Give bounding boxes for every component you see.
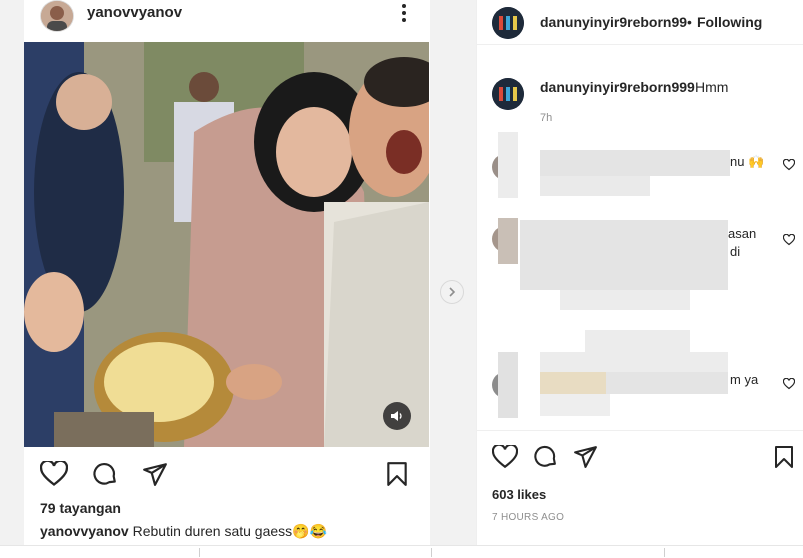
more-options-icon[interactable]	[396, 4, 412, 24]
comment-text: di	[730, 244, 741, 259]
comment-blur	[520, 220, 728, 290]
comment-blur	[540, 150, 730, 176]
caption-text: Hmm	[695, 79, 729, 95]
comment-like-button[interactable]	[782, 158, 796, 176]
view-count: 79 tayangan	[40, 500, 121, 516]
comment-blur	[540, 372, 606, 394]
save-button[interactable]	[774, 445, 794, 474]
comment-text: nu 🙌	[730, 154, 765, 169]
like-count[interactable]: 603 likes	[492, 487, 546, 502]
like-button[interactable]	[491, 443, 519, 474]
speaker-icon	[391, 411, 402, 421]
comment-blur	[585, 330, 690, 352]
embed-comment-button[interactable]	[92, 461, 118, 487]
strip-divider	[431, 548, 432, 557]
share-button[interactable]	[573, 444, 598, 474]
caption-username[interactable]: danunyinyir9reborn999	[540, 79, 695, 95]
header-separator: •	[687, 14, 692, 30]
author-avatar[interactable]	[492, 7, 524, 39]
header-divider	[477, 44, 803, 45]
heart-icon	[782, 233, 796, 246]
embed-save-button[interactable]	[386, 461, 408, 487]
comment-blur	[498, 352, 518, 418]
comment-like-button[interactable]	[782, 377, 796, 395]
post-timestamp[interactable]: 7 HOURS AGO	[492, 512, 564, 523]
embed-caption-emojis: 🤭😂	[292, 523, 328, 539]
strip-divider	[199, 548, 200, 557]
comment-bubble-icon	[93, 463, 116, 485]
embed-caption: yanovvyanov Rebutin duren satu gaess🤭😂	[40, 523, 327, 540]
comment-blur	[606, 372, 728, 394]
following-button[interactable]: Following	[697, 14, 762, 30]
heart-icon	[40, 461, 68, 486]
comment-button[interactable]	[533, 444, 558, 474]
actions-divider	[477, 430, 803, 431]
sound-toggle-button[interactable]	[383, 402, 411, 430]
embed-caption-text: Rebutin duren satu gaess	[132, 523, 293, 539]
bookmark-icon	[387, 462, 407, 486]
paper-plane-icon	[574, 446, 597, 468]
caption-avatar[interactable]	[492, 78, 524, 110]
comment-blur	[540, 176, 650, 196]
author-username[interactable]: danunyinyir9reborn99	[540, 14, 687, 30]
heart-icon	[782, 158, 796, 171]
comment-text: asan	[728, 226, 757, 241]
heart-icon	[782, 377, 796, 390]
next-slide-button[interactable]	[440, 280, 464, 304]
comment-blur	[498, 132, 518, 198]
embed-avatar[interactable]	[40, 0, 74, 32]
chevron-right-icon	[449, 287, 456, 297]
comment-blur	[498, 218, 518, 264]
bookmark-icon	[775, 446, 793, 468]
embed-username[interactable]: yanovvyanov	[87, 4, 182, 21]
embed-caption-user[interactable]: yanovvyanov	[40, 523, 129, 539]
video-frame	[24, 42, 429, 447]
paper-plane-icon	[143, 463, 167, 486]
caption-time[interactable]: 7h	[540, 112, 552, 124]
bottom-strip	[0, 545, 803, 558]
comment-blur	[560, 290, 690, 310]
panel-divider	[476, 0, 477, 545]
embed-like-button[interactable]	[40, 461, 68, 487]
embed-share-button[interactable]	[142, 461, 168, 487]
comment-blur	[540, 352, 728, 372]
comment-bubble-icon	[534, 445, 556, 467]
video-player[interactable]	[24, 42, 429, 447]
heart-icon	[491, 443, 519, 469]
comment-text: m ya	[730, 372, 759, 387]
strip-divider	[664, 548, 665, 557]
comment-blur	[540, 394, 610, 416]
comment-like-button[interactable]	[782, 233, 796, 251]
